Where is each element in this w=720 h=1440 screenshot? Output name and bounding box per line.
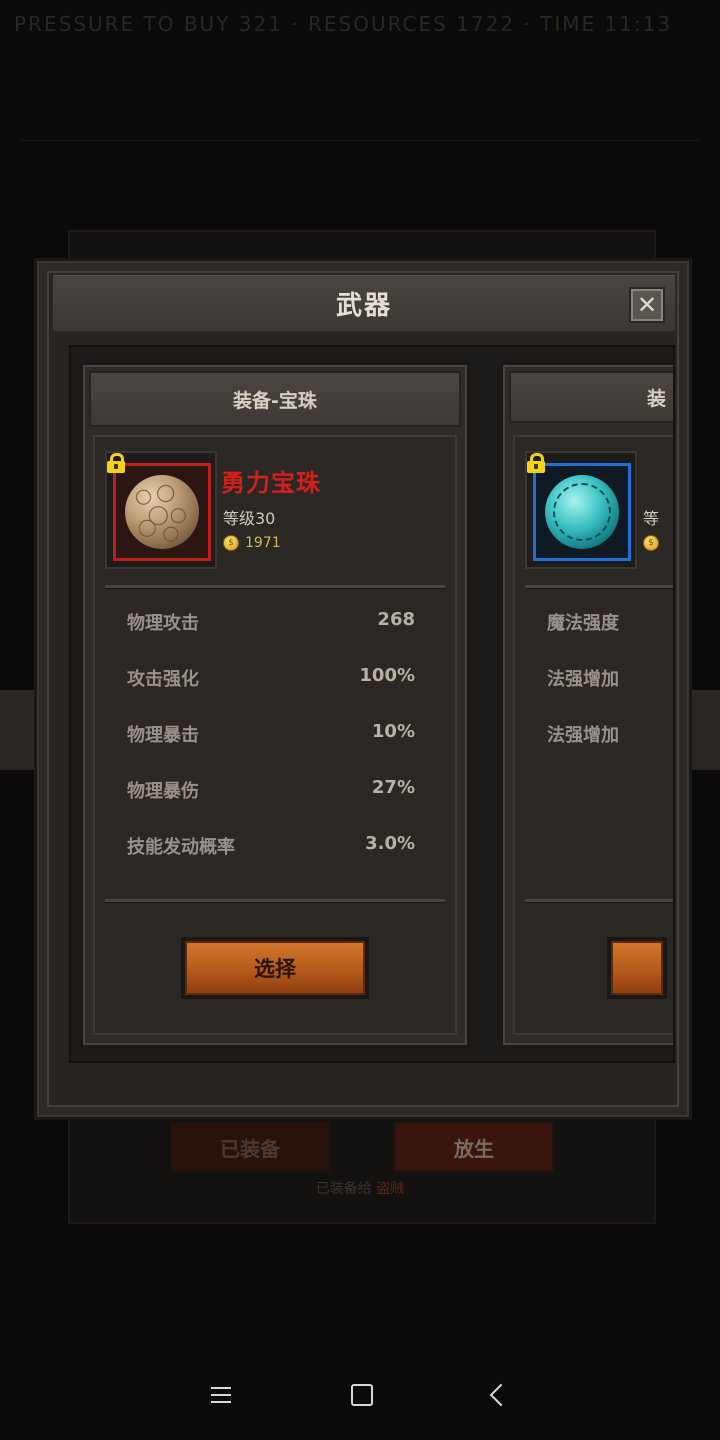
menu-icon[interactable] (211, 1387, 231, 1403)
weapon-dialog: 武器 ✕ 装备-宝珠 勇力宝珠 等级30 $ 1971 物理攻击 268 攻击强… (34, 258, 692, 1120)
select-button-label (611, 941, 663, 995)
brave-orb-icon (125, 475, 199, 549)
stat-label: 物理攻击 (127, 613, 199, 634)
close-button[interactable]: ✕ (629, 287, 665, 323)
select-button-label: 选择 (185, 941, 365, 995)
card-body: 等 $ 魔法强度 法强增加 法强增加 (513, 435, 673, 1035)
coin-icon: $ (223, 535, 239, 551)
equipped-to-note: 已装备给 盗贼 (0, 1178, 720, 1198)
stat-label: 物理暴击 (127, 725, 199, 746)
stat-label: 攻击强化 (127, 669, 199, 690)
magic-orb-icon (545, 475, 619, 549)
background-left-tab (0, 690, 34, 770)
item-level: 等 (643, 509, 660, 528)
card-header-text: 装 (647, 387, 667, 410)
back-icon[interactable] (489, 1383, 513, 1407)
close-icon: ✕ (636, 291, 658, 319)
stat-value: 10% (371, 721, 415, 742)
item-price-value: 1971 (245, 535, 281, 551)
item-portrait (533, 463, 631, 561)
lock-icon[interactable] (527, 453, 545, 473)
select-button[interactable] (607, 937, 667, 999)
dialog-title: 武器 (335, 290, 392, 321)
orb-carousel[interactable]: 装备-宝珠 勇力宝珠 等级30 $ 1971 物理攻击 268 攻击强化 100… (69, 345, 675, 1063)
stat-value: 27% (371, 777, 415, 798)
stat-row: 技能发动概率 3.0% (127, 833, 415, 889)
stat-value: 3.0% (365, 833, 415, 854)
item-level: 等级30 (223, 509, 276, 528)
item-price: $ (643, 535, 659, 551)
stat-label: 魔法强度 (547, 613, 619, 634)
divider (525, 585, 673, 588)
item-price: $ 1971 (223, 535, 281, 551)
card-body: 勇力宝珠 等级30 $ 1971 物理攻击 268 攻击强化 100% 物理暴击… (93, 435, 457, 1035)
home-icon[interactable] (351, 1384, 373, 1406)
release-button: 放生 (394, 1122, 554, 1172)
stats-list: 物理攻击 268 攻击强化 100% 物理暴击 10% 物理暴伤 27% 技能发… (127, 609, 415, 889)
navigation-bar (0, 1350, 720, 1440)
card-header: 装备-宝珠 (89, 371, 461, 427)
orb-card-brave[interactable]: 装备-宝珠 勇力宝珠 等级30 $ 1971 物理攻击 268 攻击强化 100… (83, 365, 467, 1045)
item-portrait (113, 463, 211, 561)
stat-row: 物理暴伤 27% (127, 777, 415, 833)
divider (105, 585, 445, 588)
stat-row: 法强增加 (547, 721, 673, 777)
equipped-to-prefix: 已装备给 (315, 1181, 372, 1197)
background-toolbar (20, 80, 700, 141)
equipped-to-name: 盗贼 (376, 1181, 405, 1197)
card-header: 装 (509, 371, 673, 423)
item-name: 勇力宝珠 (221, 469, 321, 497)
stat-label: 法强增加 (547, 725, 619, 746)
status-bar: PRESSURE TO BUY 321 · RESOURCES 1722 · T… (14, 12, 673, 36)
stat-row: 魔法强度 (547, 609, 673, 665)
divider (105, 899, 445, 902)
divider (525, 899, 673, 902)
item-icon-frame (525, 451, 637, 569)
stat-row: 物理攻击 268 (127, 609, 415, 665)
stat-value: 268 (377, 609, 415, 630)
stat-label: 法强增加 (547, 669, 619, 690)
coin-icon: $ (643, 535, 659, 551)
dialog-title-bar: 武器 (51, 273, 677, 333)
stat-label: 物理暴伤 (127, 781, 199, 802)
stat-row: 攻击强化 100% (127, 665, 415, 721)
stats-list: 魔法强度 法强增加 法强增加 (547, 609, 673, 777)
select-button[interactable]: 选择 (181, 937, 369, 999)
orb-card-magic[interactable]: 装 等 $ 魔法强度 法强增加 法强增加 (503, 365, 673, 1045)
stat-row: 物理暴击 10% (127, 721, 415, 777)
lock-icon[interactable] (107, 453, 125, 473)
stat-row: 法强增加 (547, 665, 673, 721)
item-icon-frame (105, 451, 217, 569)
equipped-button: 已装备 (170, 1122, 330, 1172)
stat-value: 100% (359, 665, 415, 686)
stat-label: 技能发动概率 (127, 837, 235, 858)
